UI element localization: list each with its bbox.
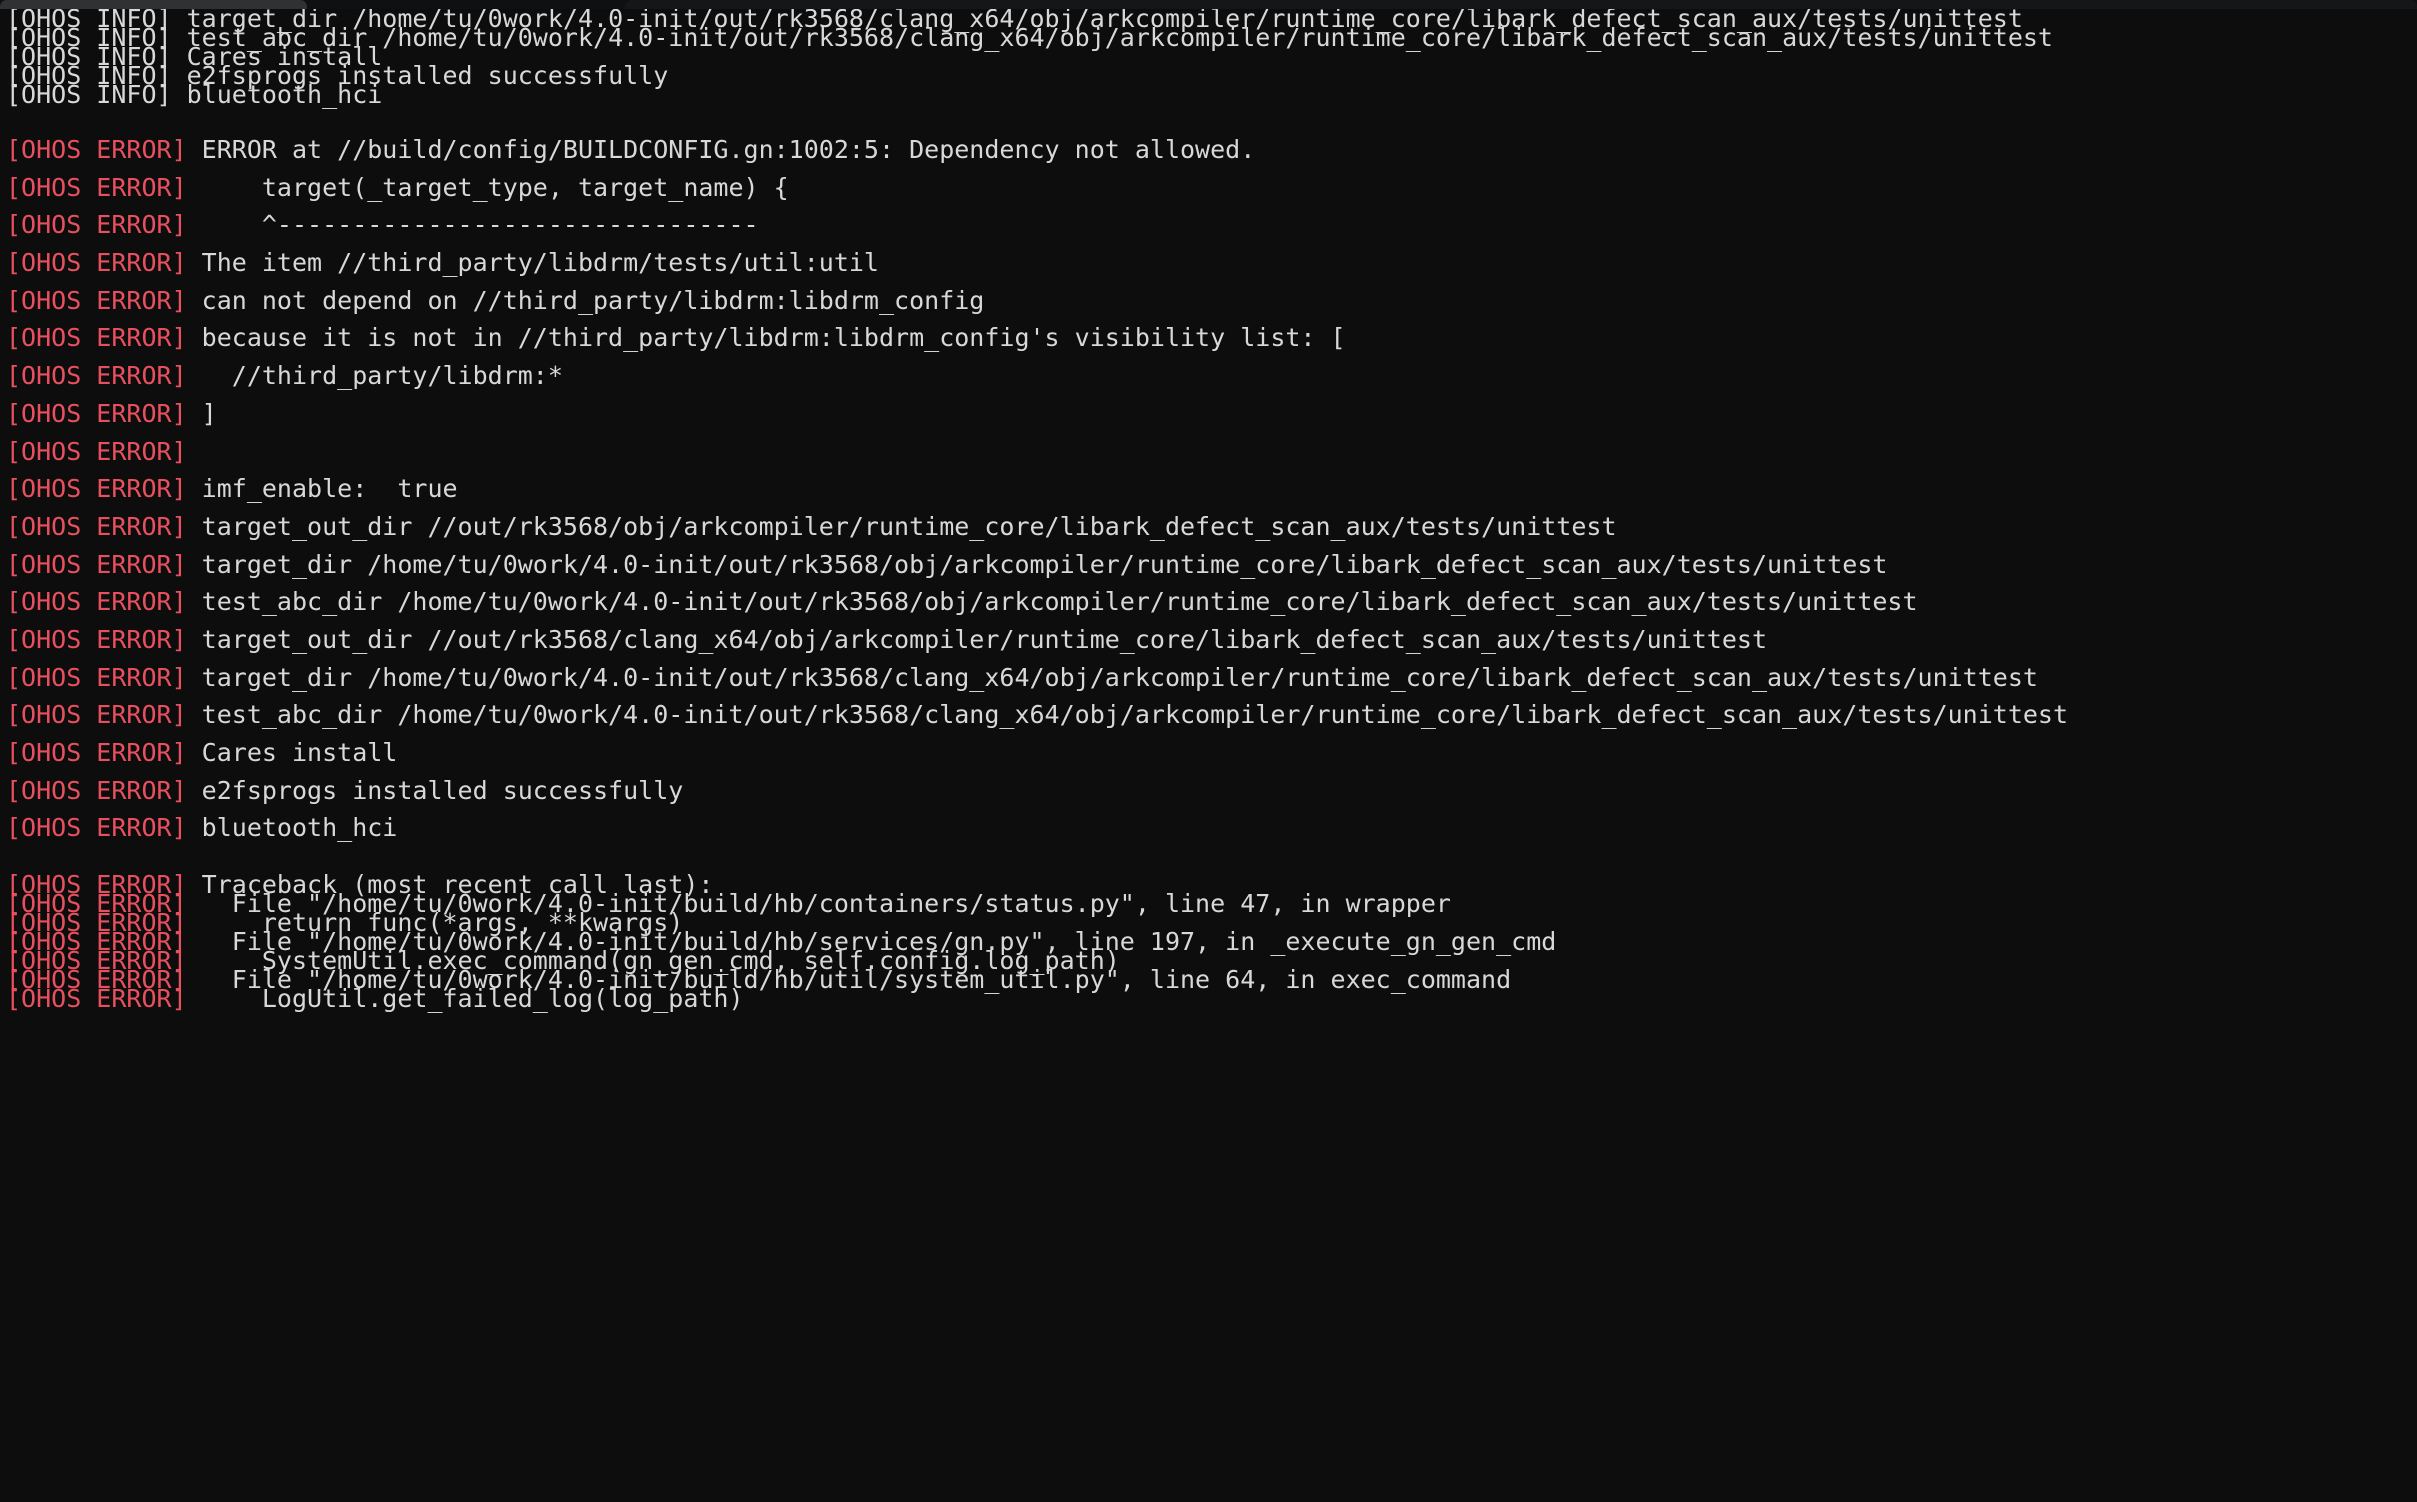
ohos-error-tag: [OHOS ERROR] — [6, 662, 187, 692]
python-traceback-block: [OHOS ERROR] Traceback (most recent call… — [6, 872, 2417, 1011]
info-message: test_abc_dir /home/tu/0work/4.0-init/out… — [171, 23, 2053, 52]
ohos-error-tag: [OHOS ERROR] — [6, 587, 187, 617]
error-message: target_dir /home/tu/0work/4.0-init/out/r… — [186, 549, 1888, 579]
ohos-error-tag: [OHOS ERROR] — [6, 398, 187, 428]
error-message: The item //third_party/libdrm/tests/util… — [186, 248, 879, 278]
error-message: test_abc_dir /home/tu/0work/4.0-init/out… — [186, 587, 1918, 617]
error-message: target_out_dir //out/rk3568/clang_x64/ob… — [186, 624, 1768, 654]
ohos-error-tag: [OHOS ERROR] — [6, 624, 187, 654]
error-line: [OHOS ERROR] ] — [6, 401, 2417, 442]
ohos-error-tag: [OHOS ERROR] — [6, 984, 187, 1014]
ohos-error-tag: [OHOS ERROR] — [6, 361, 187, 391]
info-message: bluetooth_hci — [171, 80, 383, 109]
error-line: [OHOS ERROR] //third_party/libdrm:* — [6, 363, 2417, 404]
terminal-output-pane[interactable]: [OHOS INFO] target_dir /home/tu/0work/4.… — [0, 9, 2417, 1502]
error-message: ERROR at //build/config/BUILDCONFIG.gn:1… — [186, 135, 1256, 164]
error-message: can not depend on //third_party/libdrm:l… — [186, 285, 985, 315]
error-message: e2fsprogs installed successfully — [186, 775, 684, 805]
error-message: ] — [186, 398, 217, 428]
info-line: [OHOS INFO] bluetooth_hci — [6, 82, 2417, 107]
traceback-message: LogUtil.get_failed_log(log_path) — [186, 984, 744, 1014]
error-log-block: [OHOS ERROR] ERROR at //build/config/BUI… — [6, 137, 2417, 856]
ohos-error-tag: [OHOS ERROR] — [6, 248, 187, 278]
error-line: [OHOS ERROR] bluetooth_hci — [6, 815, 2417, 856]
error-message: test_abc_dir /home/tu/0work/4.0-init/out… — [186, 700, 2069, 730]
error-message: //third_party/libdrm:* — [186, 361, 563, 391]
ohos-error-tag: [OHOS ERROR] — [6, 210, 187, 240]
ohos-error-tag: [OHOS ERROR] — [6, 436, 187, 466]
ohos-info-tag: [OHOS INFO] — [6, 80, 172, 109]
error-message: because it is not in //third_party/libdr… — [186, 323, 1346, 353]
error-message: ^-------------------------------- — [186, 210, 759, 240]
ohos-error-tag: [OHOS ERROR] — [6, 813, 187, 843]
error-message: imf_enable: true — [186, 474, 458, 504]
tab-active-right[interactable] — [625, 0, 2417, 9]
browser-tab-strip — [0, 0, 2417, 9]
ohos-error-tag: [OHOS ERROR] — [6, 511, 187, 541]
ohos-error-tag: [OHOS ERROR] — [6, 172, 187, 202]
ohos-error-tag: [OHOS ERROR] — [6, 285, 187, 315]
ohos-error-tag: [OHOS ERROR] — [6, 738, 187, 767]
ohos-error-tag: [OHOS ERROR] — [6, 700, 187, 730]
error-message: target_dir /home/tu/0work/4.0-init/out/r… — [186, 662, 2038, 692]
tab-inactive-left[interactable] — [0, 0, 307, 9]
info-log-block: [OHOS INFO] target_dir /home/tu/0work/4.… — [6, 9, 2417, 107]
ohos-error-tag: [OHOS ERROR] — [6, 549, 187, 579]
ohos-error-tag: [OHOS ERROR] — [6, 323, 187, 353]
error-message: target_out_dir //out/rk3568/obj/arkcompi… — [186, 511, 1617, 541]
ohos-error-tag: [OHOS ERROR] — [6, 135, 187, 164]
ohos-error-tag: [OHOS ERROR] — [6, 474, 187, 504]
ohos-error-tag: [OHOS ERROR] — [6, 775, 187, 805]
error-message: bluetooth_hci — [186, 813, 398, 843]
error-message: target(_target_type, target_name) { — [186, 172, 789, 202]
error-message: Cares install — [186, 738, 398, 767]
